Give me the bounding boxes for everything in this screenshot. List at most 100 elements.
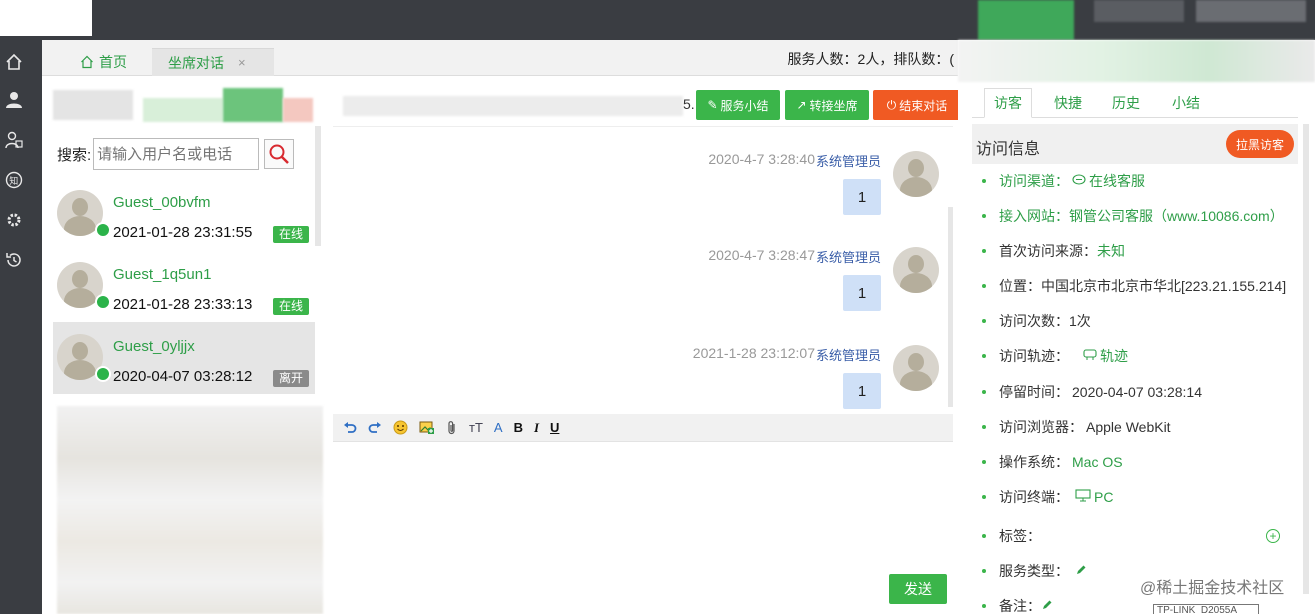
knowledge-icon[interactable]: 知 [0, 166, 28, 194]
list-scrollbar[interactable] [315, 126, 321, 246]
page-tabs-bar: 首页 坐席对话 × 服务人数：2人，排队数：( [42, 40, 958, 76]
blurred-area [1094, 0, 1184, 22]
tab-quick[interactable]: 快捷 [1044, 88, 1092, 118]
info-text: 位置：中国北京市北京市华北[223.21.155.214] [999, 278, 1287, 294]
monitor-icon [1075, 489, 1091, 505]
blurred-area [1196, 0, 1306, 22]
add-tag-icon[interactable]: + [1266, 529, 1280, 543]
search-label: 搜索: [57, 146, 92, 164]
transfer-icon: ↗ [796, 98, 807, 112]
contacts-icon[interactable] [0, 126, 28, 154]
blurred-area [958, 40, 1315, 82]
message-time: 2020-4-7 3:28:40 [708, 151, 815, 167]
search-button[interactable] [264, 139, 295, 169]
status-badge: 在线 [272, 298, 309, 315]
edit-icon[interactable] [1041, 599, 1053, 614]
info-label: 标签： [999, 528, 1041, 544]
info-track: 访问轨迹： 轨迹 [972, 341, 1298, 371]
service-summary-label: 服务小结 [720, 98, 769, 113]
top-bar [0, 0, 1315, 40]
undo-icon[interactable] [343, 421, 357, 435]
edit-icon[interactable] [1075, 564, 1087, 579]
transfer-agent-label: 转接坐席 [809, 98, 858, 113]
search-input[interactable] [93, 138, 260, 170]
guest-list-item[interactable]: Guest_00bvfm 2021-01-28 23:31:55 在线 [53, 178, 315, 250]
bold-button[interactable]: B [514, 420, 523, 435]
message-editor[interactable]: 发送 [333, 442, 953, 614]
font-size-button[interactable]: тT [469, 420, 483, 435]
home-icon [81, 55, 93, 69]
tab-home[interactable]: 首页 [80, 48, 127, 76]
info-value: Apple WebKit [1086, 419, 1171, 435]
blacklist-visitor-button[interactable]: 拉黑访客 [1225, 130, 1294, 158]
blurred-area [978, 0, 1074, 40]
font-color-button[interactable]: A [494, 420, 503, 435]
message-time: 2020-4-7 3:28:47 [708, 247, 815, 263]
info-location: 位置：中国北京市北京市华北[223.21.155.214] [972, 271, 1298, 301]
underline-button[interactable]: U [550, 420, 559, 435]
end-chat-button[interactable]: ⏻ 结束对话 [873, 90, 961, 120]
send-button[interactable]: 发送 [889, 574, 947, 604]
editor-toolbar: тT A B I U [333, 414, 953, 442]
tab-summary[interactable]: 小结 [1162, 88, 1210, 118]
tab-visitor[interactable]: 访客 [984, 88, 1032, 118]
svg-text:知: 知 [9, 175, 18, 187]
info-browser: 访问浏览器： Apple WebKit [972, 412, 1298, 442]
close-icon[interactable]: × [238, 55, 246, 70]
info-visits: 访问次数：1次 [972, 306, 1298, 336]
visitor-tabs: 访客 快捷 历史 小结 [972, 88, 1298, 118]
message-sender: 系统管理员 [815, 154, 881, 169]
tab-history[interactable]: 历史 [1102, 88, 1150, 118]
info-scrollbar[interactable] [1303, 124, 1309, 594]
message-sender: 系统管理员 [815, 250, 881, 265]
user-icon[interactable] [0, 86, 28, 114]
visitor-info-title: 访问信息 [976, 141, 1041, 158]
info-label: 接入网站： [999, 208, 1069, 224]
status-badge: 离开 [272, 370, 309, 387]
transfer-agent-button[interactable]: ↗ 转接坐席 [785, 90, 869, 120]
chat-panel: 5. ✎ 服务小结 ↗ 转接坐席 ⏻ 结束对话 2020-4-7 3:28:40… [333, 76, 961, 614]
info-os: 操作系统： Mac OS [972, 447, 1298, 477]
chat-header: 5. ✎ 服务小结 ↗ 转接坐席 ⏻ 结束对话 [333, 88, 961, 124]
search-icon [269, 144, 290, 164]
info-value: Mac OS [1072, 454, 1123, 470]
watermark: @稀土掘金技术社区 [1140, 580, 1285, 597]
info-value: PC [1094, 489, 1114, 505]
avatar [893, 247, 939, 293]
info-value: 未知 [1097, 243, 1125, 259]
info-value[interactable]: 钢管公司客服（www.10086.com） [1069, 206, 1284, 226]
message-bubble: 1 [843, 179, 881, 215]
guest-list-item[interactable]: Guest_1q5un1 2021-01-28 23:33:13 在线 [53, 250, 315, 322]
end-chat-label: 结束对话 [899, 98, 948, 113]
italic-button[interactable]: I [534, 420, 539, 436]
guest-list-item[interactable]: Guest_0yljjx 2020-04-07 03:28:12 离开 [53, 322, 315, 394]
home-icon[interactable] [0, 48, 28, 76]
chat-header-text: 5. [683, 96, 695, 112]
search-row: 搜索: [53, 136, 315, 172]
image-icon[interactable] [419, 421, 435, 435]
guest-time: 2021-01-28 23:33:13 [113, 296, 253, 313]
info-label: 访问终端： [999, 489, 1069, 505]
conversation-list-panel: 搜索: Guest_00bvfm 2021-01-28 23:31:55 在线 … [53, 76, 323, 614]
footprint-icon [1083, 348, 1097, 364]
service-summary-button[interactable]: ✎ 服务小结 [696, 90, 780, 120]
attachment-icon[interactable] [446, 420, 458, 436]
blurred-area [283, 98, 313, 122]
message-scrollbar[interactable] [948, 207, 953, 407]
blurred-area [57, 406, 323, 614]
tab-agent-chat[interactable]: 坐席对话 × [152, 48, 274, 76]
track-link[interactable]: 轨迹 [1100, 346, 1128, 366]
guest-name: Guest_1q5un1 [113, 266, 212, 283]
blurred-area [143, 98, 223, 122]
info-label: 访问轨迹： [999, 348, 1069, 364]
gear-icon[interactable] [0, 206, 28, 234]
blurred-area [223, 88, 283, 122]
emoji-icon[interactable] [393, 420, 408, 435]
wechat-icon [95, 366, 111, 382]
info-source: 首次访问来源： 未知 [972, 236, 1298, 266]
redo-icon[interactable] [368, 421, 382, 435]
wifi-label: TP-LINK_D2055A [1153, 604, 1259, 614]
history-icon[interactable] [0, 246, 28, 274]
info-value: 2020-04-07 03:28:14 [1072, 384, 1202, 400]
info-label: 停留时间： [999, 384, 1069, 400]
